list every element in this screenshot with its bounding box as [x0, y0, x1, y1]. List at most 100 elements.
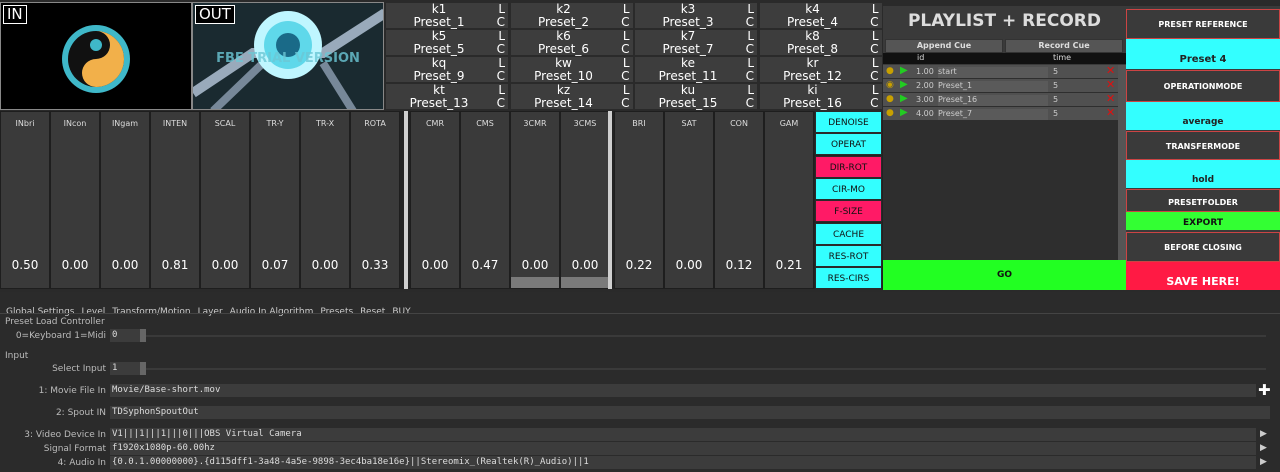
preset-capture-flag[interactable]: C: [746, 97, 754, 110]
tab-layer[interactable]: Layer: [198, 307, 223, 317]
preset-button-8[interactable]: k8 Preset_8 L C: [758, 29, 883, 56]
slider-bri[interactable]: BRI 0.22: [614, 111, 664, 289]
slider-3cms[interactable]: 3CMS 0.00: [560, 111, 610, 289]
slider-tr-x[interactable]: TR-X 0.00: [300, 111, 350, 289]
preset-capture-flag[interactable]: C: [746, 70, 754, 83]
slider-inbri[interactable]: INbri 0.50: [0, 111, 50, 289]
cue-time[interactable]: 5: [1053, 95, 1058, 104]
playlist-row[interactable]: ● ▶ 4.00 Preset_7 5 ✕: [883, 106, 1118, 120]
preset-button-10[interactable]: kw Preset_10 L C: [509, 56, 634, 83]
slider-ingam[interactable]: INgam 0.00: [100, 111, 150, 289]
preset-button-14[interactable]: kz Preset_14 L C: [509, 83, 634, 110]
delete-cue-icon[interactable]: ✕: [1106, 92, 1115, 105]
preset-button-13[interactable]: kt Preset_13 L C: [385, 83, 509, 110]
play-icon[interactable]: ▶: [900, 107, 908, 118]
select-input-field[interactable]: 1: [110, 362, 140, 375]
video-device-field[interactable]: V1|||1|||1|||0|||OBS Virtual Camera: [110, 428, 1256, 441]
slider-sat[interactable]: SAT 0.00: [664, 111, 714, 289]
tab-buy[interactable]: BUY: [392, 307, 410, 317]
transfermode-value[interactable]: hold: [1126, 160, 1280, 188]
cue-time[interactable]: 5: [1053, 81, 1058, 90]
add-file-icon[interactable]: ✚: [1258, 381, 1271, 399]
slider-cmr[interactable]: CMR 0.00: [410, 111, 460, 289]
slider-con[interactable]: CON 0.12: [714, 111, 764, 289]
movie-file-field[interactable]: Movie/Base-short.mov: [110, 384, 1256, 397]
tab-audio-in-algorithm[interactable]: Audio In Algorithm: [230, 307, 314, 317]
cue-name[interactable]: Preset_16: [938, 95, 1048, 106]
toggle-operat[interactable]: OPERAT: [815, 133, 882, 156]
slider-incon[interactable]: INcon 0.00: [50, 111, 100, 289]
cue-name[interactable]: start: [938, 67, 1048, 78]
audio-in-field[interactable]: {0.0.1.00000000}.{d115dff1-3a48-4a5e-989…: [110, 456, 1256, 469]
delete-cue-icon[interactable]: ✕: [1106, 64, 1115, 77]
preset-capture-flag[interactable]: C: [870, 16, 878, 29]
keyboard-midi-slider-track[interactable]: [146, 335, 1266, 337]
slider-scal[interactable]: SCAL 0.00: [200, 111, 250, 289]
append-cue-button[interactable]: Append Cue: [885, 39, 1003, 53]
toggle-res-rot[interactable]: RES-ROT: [815, 244, 882, 267]
slider-rota[interactable]: ROTA 0.33: [350, 111, 400, 289]
playlist-row[interactable]: ◉ ▶ 2.00 Preset_1 5 ✕: [883, 78, 1118, 92]
tab-global-settings[interactable]: Global Settings: [6, 307, 74, 317]
save-here-button[interactable]: SAVE HERE!: [1126, 262, 1280, 290]
preset-capture-flag[interactable]: C: [497, 97, 505, 110]
play-icon[interactable]: ▶: [900, 65, 908, 76]
delete-cue-icon[interactable]: ✕: [1106, 106, 1115, 119]
preset-button-11[interactable]: ke Preset_11 L C: [634, 56, 758, 83]
preset-capture-flag[interactable]: C: [870, 97, 878, 110]
preset-button-2[interactable]: k2 Preset_2 L C: [509, 2, 634, 29]
slider-cms[interactable]: CMS 0.47: [460, 111, 510, 289]
preset-capture-flag[interactable]: C: [621, 97, 629, 110]
preset-button-4[interactable]: k4 Preset_4 L C: [758, 2, 883, 29]
preset-button-1[interactable]: k1 Preset_1 L C: [385, 2, 509, 29]
video-device-dropdown-arrow-icon[interactable]: ▶: [1260, 429, 1267, 439]
cue-radio-icon[interactable]: ●: [886, 108, 894, 118]
preset-capture-flag[interactable]: C: [746, 43, 754, 56]
preset-capture-flag[interactable]: C: [621, 70, 629, 83]
preset-button-6[interactable]: k6 Preset_6 L C: [509, 29, 634, 56]
playlist-scrollbar[interactable]: [1118, 65, 1126, 260]
toggle-cir-mo[interactable]: CIR-MO: [815, 177, 882, 200]
playlist-row[interactable]: ● ▶ 1.00 start 5 ✕: [883, 64, 1118, 78]
toggle-res-cirs[interactable]: RES-CIRS: [815, 267, 882, 290]
signal-format-dropdown-arrow-icon[interactable]: ▶: [1260, 443, 1267, 453]
export-button[interactable]: EXPORT: [1126, 212, 1280, 230]
record-cue-button[interactable]: Record Cue: [1005, 39, 1123, 53]
tab-presets[interactable]: Presets: [320, 307, 353, 317]
cue-radio-icon[interactable]: ◉: [886, 80, 894, 90]
toggle-dir-rot[interactable]: DIR-ROT: [815, 155, 882, 178]
go-button[interactable]: GO: [883, 260, 1126, 290]
play-icon[interactable]: ▶: [900, 93, 908, 104]
preset-capture-flag[interactable]: C: [497, 70, 505, 83]
preset-capture-flag[interactable]: C: [870, 43, 878, 56]
cue-radio-icon[interactable]: ●: [886, 94, 894, 104]
preset-reference-value[interactable]: Preset 4: [1126, 39, 1280, 69]
tab-transform-motion[interactable]: Transform/Motion: [112, 307, 190, 317]
toggle-cache[interactable]: CACHE: [815, 222, 882, 245]
preset-capture-flag[interactable]: C: [621, 16, 629, 29]
signal-format-field[interactable]: f1920x1080p-60.00hz: [110, 442, 1256, 455]
select-input-slider-track[interactable]: [146, 368, 1266, 370]
tab-reset[interactable]: Reset: [360, 307, 385, 317]
preset-button-7[interactable]: k7 Preset_7 L C: [634, 29, 758, 56]
cue-name[interactable]: Preset_7: [938, 109, 1048, 120]
delete-cue-icon[interactable]: ✕: [1106, 78, 1115, 91]
slider-3cmr[interactable]: 3CMR 0.00: [510, 111, 560, 289]
tab-level[interactable]: Level: [81, 307, 105, 317]
preset-capture-flag[interactable]: C: [621, 43, 629, 56]
play-icon[interactable]: ▶: [900, 79, 908, 90]
toggle-f-size[interactable]: F-SIZE: [815, 200, 882, 223]
cue-time[interactable]: 5: [1053, 67, 1058, 76]
preset-button-3[interactable]: k3 Preset_3 L C: [634, 2, 758, 29]
preset-button-16[interactable]: ki Preset_16 L C: [758, 83, 883, 110]
preset-capture-flag[interactable]: C: [497, 43, 505, 56]
cue-time[interactable]: 5: [1053, 109, 1058, 118]
operationmode-value[interactable]: average: [1126, 102, 1280, 130]
cue-radio-icon[interactable]: ●: [886, 66, 894, 76]
audio-in-dropdown-arrow-icon[interactable]: ▶: [1260, 457, 1267, 467]
slider-inten[interactable]: INTEN 0.81: [150, 111, 200, 289]
preset-button-9[interactable]: kq Preset_9 L C: [385, 56, 509, 83]
preset-capture-flag[interactable]: C: [746, 16, 754, 29]
preset-button-5[interactable]: k5 Preset_5 L C: [385, 29, 509, 56]
preset-capture-flag[interactable]: C: [870, 70, 878, 83]
